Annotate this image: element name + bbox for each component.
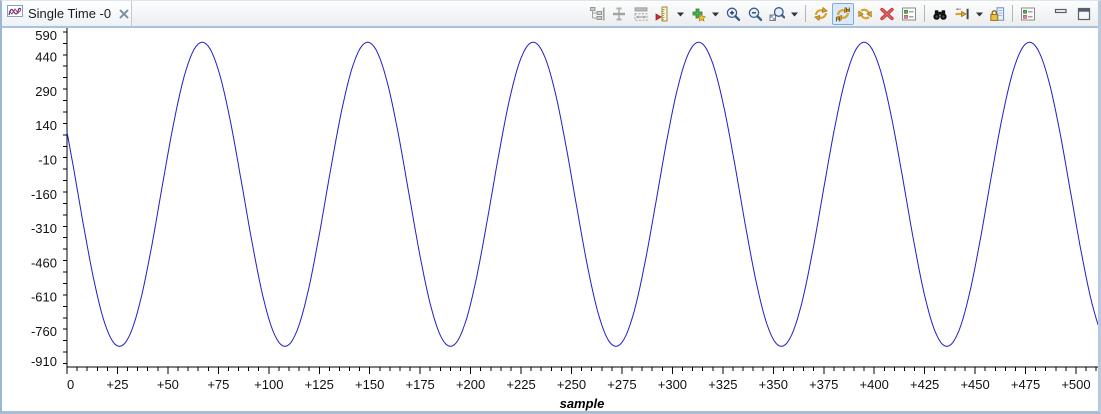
toolbar-separator	[1012, 5, 1013, 22]
single-time-view-window: Single Time -0 HH	[0, 0, 1101, 414]
minimize-button[interactable]	[1051, 4, 1071, 24]
refresh-arrows-icon	[813, 6, 829, 22]
view-menu-button[interactable]	[1017, 3, 1039, 25]
toolbar-group	[1017, 3, 1039, 25]
toolbar-group	[586, 3, 801, 25]
waveform-chart-icon	[7, 3, 23, 24]
y-tick-label: -160	[31, 187, 57, 202]
center-align-button[interactable]	[608, 3, 630, 25]
center-align-icon	[611, 6, 627, 22]
update-arrows-button[interactable]	[854, 3, 876, 25]
x-tick-label: +400	[860, 377, 889, 392]
svg-text:H: H	[836, 16, 841, 22]
x-tick-label: +75	[207, 377, 229, 392]
x-tick-label: +325	[708, 377, 737, 392]
maximize-button[interactable]	[1074, 4, 1094, 24]
y-tick-label: 440	[35, 50, 57, 65]
chevron-down-icon	[711, 6, 720, 22]
fit-width-icon	[633, 6, 649, 22]
x-tick-label: +250	[557, 377, 586, 392]
legend-panel-button[interactable]	[898, 3, 920, 25]
ruler-marker-icon	[655, 6, 671, 22]
step-to-edge-dropdown[interactable]	[973, 3, 986, 25]
tree-layout-button[interactable]	[586, 3, 608, 25]
update-arrows-icon	[857, 6, 873, 22]
x-tick-label: +150	[355, 377, 384, 392]
y-tick-label: -760	[31, 324, 57, 339]
y-tick-label: 590	[35, 28, 57, 43]
ruler-marker-button[interactable]	[652, 3, 674, 25]
x-tick-label: +375	[809, 377, 838, 392]
tab-single-time[interactable]: Single Time -0	[2, 1, 132, 26]
chevron-down-icon	[676, 6, 685, 22]
x-tick-label: +300	[658, 377, 687, 392]
y-tick-label: -460	[31, 255, 57, 270]
x-tick-label: +500	[1061, 377, 1090, 392]
x-tick-label: +125	[305, 377, 334, 392]
view-header: Single Time -0 HH	[2, 1, 1098, 28]
chevron-down-icon	[790, 6, 799, 22]
waveform-plot[interactable]: sample 590 440 290 140 -10 -160 -310 -460 -610 -7…	[2, 28, 1098, 411]
view-toolbar: HH	[586, 1, 1098, 26]
y-tick-label: -10	[38, 153, 57, 168]
binoculars-icon	[932, 6, 948, 22]
x-axis-title: sample	[560, 396, 605, 411]
x-tick-label: +275	[607, 377, 636, 392]
step-to-edge-button[interactable]	[951, 3, 973, 25]
window-buttons	[1051, 4, 1094, 24]
zoom-region-dropdown[interactable]	[788, 3, 801, 25]
x-tick-label: +25	[106, 377, 128, 392]
zoom-out-button[interactable]	[744, 3, 766, 25]
add-overlay-dropdown[interactable]	[709, 3, 722, 25]
zoom-in-button[interactable]	[722, 3, 744, 25]
close-icon[interactable]	[116, 6, 132, 22]
add-overlay-button[interactable]	[687, 3, 709, 25]
y-tick-label: 140	[35, 118, 57, 133]
x-tick-label: +475	[1011, 377, 1040, 392]
chevron-down-icon	[975, 6, 984, 22]
hold-horizontal-icon: HH	[835, 6, 851, 22]
x-tick-label: +350	[759, 377, 788, 392]
clear-red-x-button[interactable]	[876, 3, 898, 25]
lock-panel-button[interactable]	[986, 3, 1008, 25]
y-tick-label: 290	[35, 84, 57, 99]
plot-area[interactable]: sample 590 440 290 140 -10 -160 -310 -460 -610 -7…	[2, 28, 1098, 411]
x-tick-label: +225	[506, 377, 535, 392]
x-tick-label: +200	[456, 377, 485, 392]
svg-text:H: H	[846, 7, 851, 14]
legend-panel-icon	[901, 6, 917, 22]
zoom-out-icon	[747, 6, 763, 22]
signal-trace	[67, 42, 1098, 346]
zoom-in-icon	[725, 6, 741, 22]
x-tick-label: +450	[960, 377, 989, 392]
toolbar-separator	[805, 5, 806, 22]
x-tick-label: +100	[254, 377, 283, 392]
y-tick-label: -910	[31, 354, 57, 369]
view-menu-icon	[1020, 6, 1036, 22]
fit-width-button[interactable]	[630, 3, 652, 25]
y-tick-label: -610	[31, 290, 57, 305]
zoom-region-button[interactable]	[766, 3, 788, 25]
hold-horizontal-button[interactable]: HH	[832, 3, 854, 25]
zoom-region-icon	[769, 6, 785, 22]
tree-layout-icon	[589, 6, 605, 22]
refresh-arrows-button[interactable]	[810, 3, 832, 25]
x-tick-label: +175	[406, 377, 435, 392]
x-tick-label: +50	[157, 377, 179, 392]
toolbar-group: HH	[810, 3, 920, 25]
step-to-edge-icon	[954, 6, 970, 22]
x-tick-label: +425	[910, 377, 939, 392]
ruler-marker-dropdown[interactable]	[674, 3, 687, 25]
tab-title: Single Time -0	[28, 6, 111, 21]
lock-panel-icon	[989, 6, 1005, 22]
toolbar-group	[929, 3, 1008, 25]
clear-red-x-icon	[879, 6, 895, 22]
binoculars-button[interactable]	[929, 3, 951, 25]
add-overlay-icon	[690, 6, 706, 22]
toolbar-separator	[924, 5, 925, 22]
y-tick-label: -310	[31, 221, 57, 236]
x-tick-label: 0	[67, 377, 74, 392]
